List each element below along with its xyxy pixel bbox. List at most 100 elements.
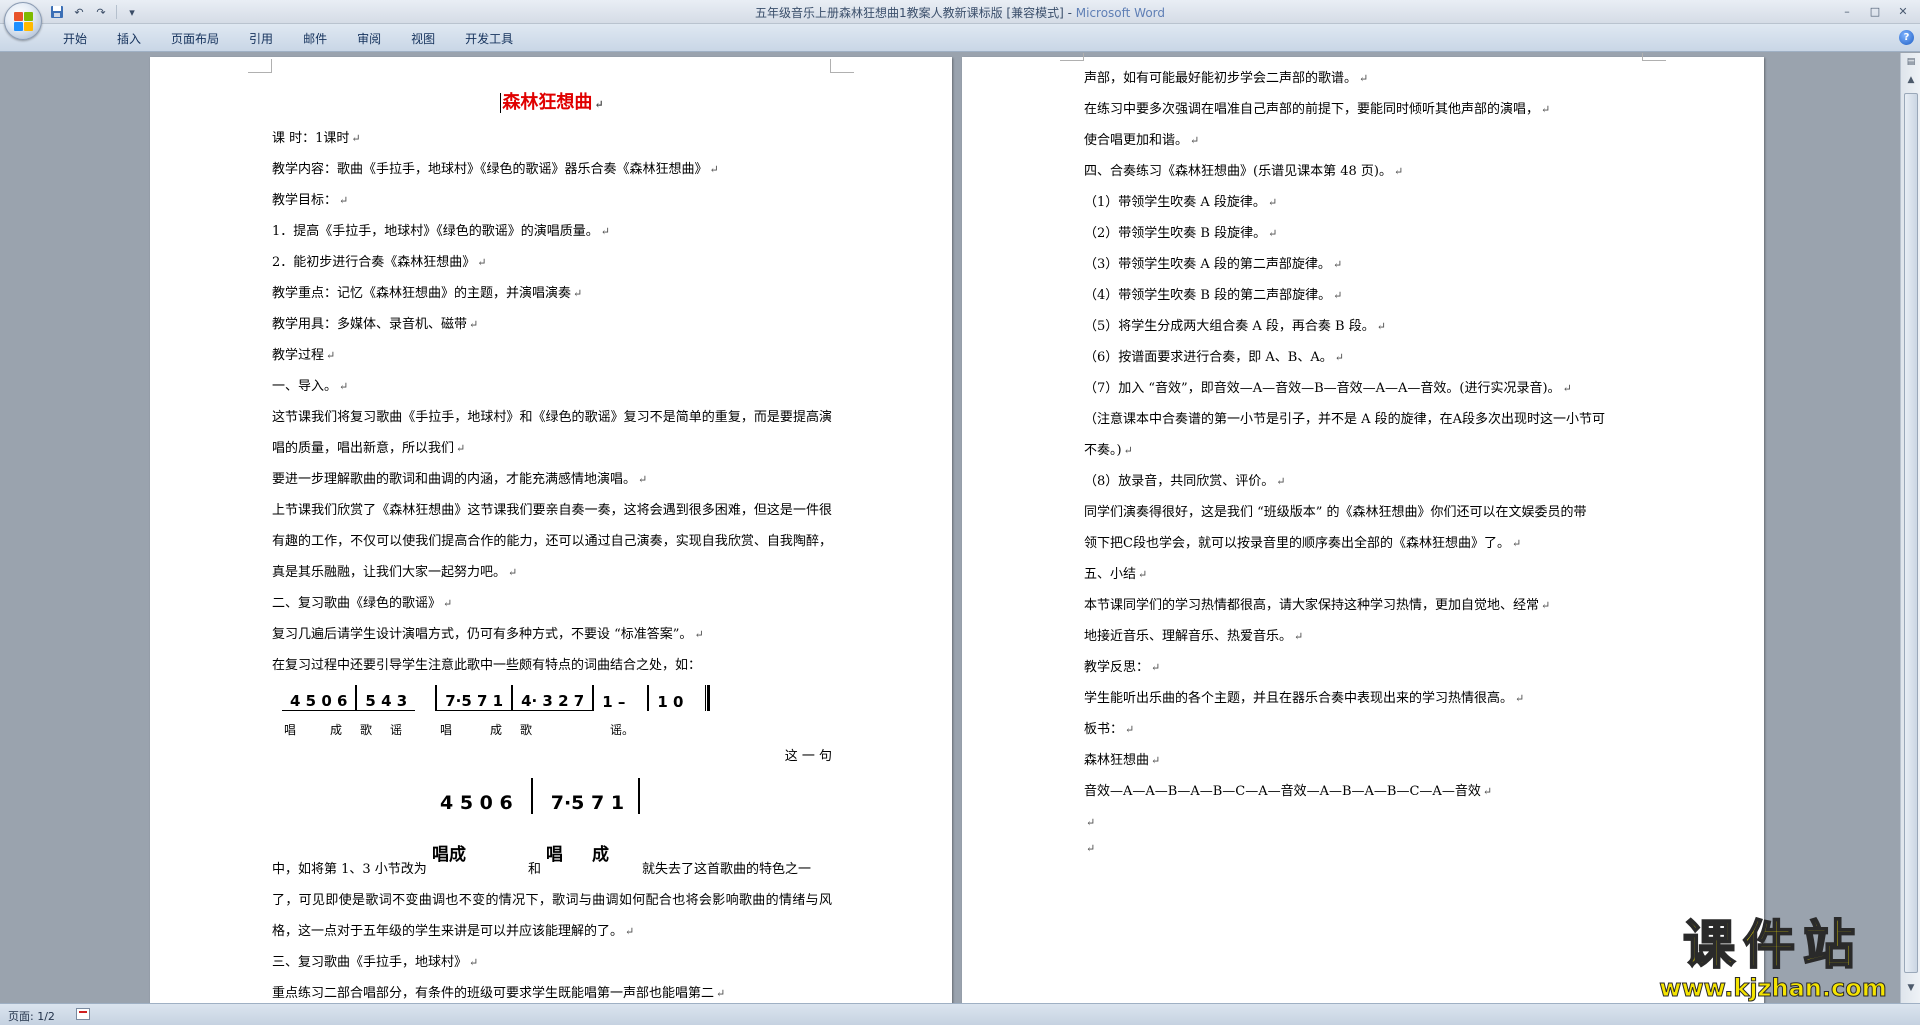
inline-text: 中，如将第 1、3 小节改为 bbox=[272, 862, 427, 877]
watermark-title: 课件站 bbox=[1682, 916, 1863, 976]
measure: 1 0 bbox=[657, 693, 684, 711]
window-controls: – □ ✕ bbox=[1834, 2, 1916, 20]
document-page-2[interactable]: 声部，如有可能最好能初步学会二声部的歌谱。 ↵ 在练习中要多次强调在唱准自己声部的… bbox=[962, 53, 1764, 1003]
text-line: 教学用具：多媒体、录音机、磁带 ↵ bbox=[272, 317, 479, 332]
customize-toolbar-icon[interactable]: ▾ bbox=[123, 3, 141, 21]
tab-home[interactable]: 开始 bbox=[48, 29, 102, 49]
scroll-down-icon[interactable]: ▼ bbox=[1904, 981, 1918, 995]
text-line: 不奏。) ↵ bbox=[1084, 443, 1133, 458]
minimize-button[interactable]: – bbox=[1834, 2, 1860, 20]
status-bar: 页面: 1/2 bbox=[0, 1003, 1920, 1025]
measure: 4· 3 2 7 bbox=[513, 692, 593, 711]
tab-view[interactable]: 视图 bbox=[396, 29, 450, 49]
office-button[interactable] bbox=[4, 2, 42, 40]
page-1-content: 森林狂想曲 ↵ 课 时：1课时 ↵ 教学内容：歌曲《手拉手，地球村》《绿色的歌谣》器… bbox=[272, 83, 832, 1003]
text-line: 五、小结 ↵ bbox=[1084, 567, 1148, 582]
title-bar: ↶ ↷ ▾ 五年级音乐上册森林狂想曲1教案人教新课标版 [兼容模式] - Mic… bbox=[0, 0, 1920, 24]
text-line: 要进一步理解歌曲的歌词和曲调的内涵，才能充满感情地演唱。 ↵ bbox=[272, 472, 648, 487]
page-2-content: 声部，如有可能最好能初步学会二声部的歌谱。 ↵ 在练习中要多次强调在唱准自己声部的… bbox=[1084, 63, 1644, 860]
office-logo-icon bbox=[14, 12, 34, 32]
text-line: 本节课同学们的学习热情都很高，请大家保持这种学习热情，更加自觉地、经常 ↵ bbox=[1084, 598, 1551, 613]
text-line: 教学重点：记忆《森林狂想曲》的主题，并演唱演奏 ↵ bbox=[272, 286, 583, 301]
text-line: 四、合奏练习《森林狂想曲》(乐谱见课本第 48 页)。 ↵ bbox=[1084, 164, 1404, 179]
page-count[interactable]: 页面: 1/2 bbox=[8, 1008, 55, 1024]
ribbon-tab-bar: 开始 插入 页面布局 引用 邮件 审阅 视图 开发工具 ? bbox=[0, 24, 1920, 52]
text-line: （3）带领学生吹奏 A 段的第二声部旋律。 ↵ bbox=[1084, 257, 1343, 272]
inline-text: 就失去了这首歌曲的特色之一 bbox=[642, 862, 812, 877]
tab-page-layout[interactable]: 页面布局 bbox=[156, 29, 234, 49]
text-line: 使合唱更加和谐。 ↵ bbox=[1084, 133, 1200, 148]
text-line: ↵ bbox=[1086, 816, 1096, 829]
tab-mailings[interactable]: 邮件 bbox=[288, 29, 342, 49]
text-line: 教学过程 ↵ bbox=[272, 348, 336, 363]
tab-review[interactable]: 审阅 bbox=[342, 29, 396, 49]
music-notation: 4 5 0 6 5 4 3 7·5 7 1 4· 3 2 7 1 – 1 0 唱… bbox=[272, 685, 832, 745]
crop-mark bbox=[830, 59, 854, 73]
redo-icon[interactable]: ↷ bbox=[92, 3, 110, 21]
lyric: 唱 bbox=[440, 723, 453, 737]
text-line: 板书： ↵ bbox=[1084, 722, 1135, 737]
crop-mark bbox=[1060, 53, 1084, 61]
proofing-icon[interactable] bbox=[76, 1008, 90, 1020]
scroll-thumb[interactable] bbox=[1904, 93, 1918, 973]
measure: 7·5 7 1 bbox=[550, 792, 625, 814]
text-line: 森林狂想曲 ↵ bbox=[1084, 753, 1161, 768]
notation-measures: 4 5 0 6 5 4 3 7·5 7 1 4· 3 2 7 1 – 1 0 bbox=[282, 685, 711, 711]
document-title: 五年级音乐上册森林狂想曲1教案人教新课标版 [兼容模式] - bbox=[754, 6, 1076, 20]
text-line: 1．提高《手拉手，地球村》《绿色的歌谣》的演唱质量。 ↵ bbox=[272, 224, 610, 239]
text-line: 三、复习歌曲《手拉手，地球村》 ↵ bbox=[272, 955, 479, 970]
text-line: 声部，如有可能最好能初步学会二声部的歌谱。 ↵ bbox=[1084, 71, 1369, 86]
tab-references[interactable]: 引用 bbox=[234, 29, 288, 49]
lyric: 歌 bbox=[520, 723, 533, 737]
text-line: （8）放录音，共同欣赏、评价。 ↵ bbox=[1084, 474, 1286, 489]
measure: 1 – bbox=[602, 693, 626, 711]
window-title: 五年级音乐上册森林狂想曲1教案人教新课标版 [兼容模式] - Microsoft… bbox=[0, 4, 1920, 21]
text-line: 课 时：1课时 ↵ bbox=[272, 131, 361, 146]
measure: 5 4 3 bbox=[357, 692, 416, 711]
text-line: 同学们演奏得很好，这是我们 “班级版本” 的《森林狂想曲》你们还可以在文娱委员的… bbox=[1084, 505, 1587, 520]
text-line: （5）将学生分成两大组合奏 A 段，再合奏 B 段。 ↵ bbox=[1084, 319, 1386, 334]
document-workspace[interactable]: 森林狂想曲 ↵ 课 时：1课时 ↵ 教学内容：歌曲《手拉手，地球村》《绿色的歌谣》器… bbox=[0, 53, 1900, 1003]
help-icon[interactable]: ? bbox=[1899, 30, 1914, 45]
text-line: 这 一 句 bbox=[784, 749, 832, 764]
ruler-toggle-icon[interactable]: ▤ bbox=[1904, 55, 1918, 69]
undo-icon[interactable]: ↶ bbox=[70, 3, 88, 21]
measure: 4 5 0 6 bbox=[440, 792, 513, 814]
text-line: 教学目标： ↵ bbox=[272, 193, 349, 208]
tab-developer[interactable]: 开发工具 bbox=[450, 29, 528, 49]
inline-text: 和 bbox=[528, 862, 542, 877]
notation-measures-2: 4 5 0 6 7·5 7 1 bbox=[432, 778, 641, 814]
watermark-url: www.kjzhan.com bbox=[1659, 974, 1887, 1003]
page-title: 森林狂想曲 ↵ bbox=[500, 92, 604, 113]
tab-insert[interactable]: 插入 bbox=[102, 29, 156, 49]
text-line: 2．能初步进行合奏《森林狂想曲》 ↵ bbox=[272, 255, 487, 270]
save-icon[interactable] bbox=[48, 3, 66, 21]
measure: 4 5 0 6 bbox=[282, 692, 356, 711]
notation-lyrics: 唱 成 歌 谣 唱 成 歌 谣。 bbox=[284, 721, 650, 738]
vertical-scrollbar[interactable]: ▤ ▲ ▼ bbox=[1900, 53, 1920, 1003]
text-line: 重点练习二部合唱部分，有条件的班级可要求学生既能唱第一声部也能唱第二 ↵ bbox=[272, 986, 726, 1001]
text-line: （6）按谱面要求进行合奏，即 A、B、A。 ↵ bbox=[1084, 350, 1344, 365]
paragraph: 了，可见即使是歌词不变曲调也不变的情况下，歌词与曲调如何配合也将会影响歌曲的情绪… bbox=[272, 893, 832, 939]
text-line: 音效—A—A—B—A—B—C—A—音效—A—B—A—B—C—A—音效 ↵ bbox=[1084, 784, 1493, 799]
maximize-button[interactable]: □ bbox=[1862, 2, 1888, 20]
text-line: 二、复习歌曲《绿色的歌谣》 ↵ bbox=[272, 596, 453, 611]
text-line: （1）带领学生吹奏 A 段旋律。 ↵ bbox=[1084, 195, 1278, 210]
lyric: 唱 bbox=[546, 845, 563, 865]
document-page-1[interactable]: 森林狂想曲 ↵ 课 时：1课时 ↵ 教学内容：歌曲《手拉手，地球村》《绿色的歌谣》器… bbox=[150, 57, 952, 1003]
site-watermark: 课件站 www.kjzhan.com bbox=[1648, 916, 1898, 1006]
text-line: 一、导入。 ↵ bbox=[272, 379, 349, 394]
title-text: 森林狂想曲 bbox=[502, 92, 593, 113]
close-button[interactable]: ✕ bbox=[1890, 2, 1916, 20]
text-line: 在复习过程中还要引导学生注意此歌中一些颇有特点的词曲结合之处，如： bbox=[272, 658, 702, 673]
barline bbox=[530, 778, 533, 814]
lyric: 谣 bbox=[390, 723, 403, 737]
lyric: 唱 bbox=[284, 723, 297, 737]
scroll-up-icon[interactable]: ▲ bbox=[1904, 73, 1918, 87]
barline bbox=[638, 778, 641, 814]
app-name: Microsoft Word bbox=[1075, 6, 1166, 20]
paragraph: 上节课我们欣赏了《森林狂想曲》这节课我们要亲自奏一奏，这将会遇到很多困难，但这是… bbox=[272, 503, 832, 580]
quick-access-toolbar: ↶ ↷ ▾ bbox=[48, 3, 141, 21]
lyric: 成 bbox=[490, 723, 503, 737]
text-line: （注意课本中合奏谱的第一小节是引子，并不是 A 段的旋律，在A段多次出现时这一小… bbox=[1084, 412, 1606, 427]
